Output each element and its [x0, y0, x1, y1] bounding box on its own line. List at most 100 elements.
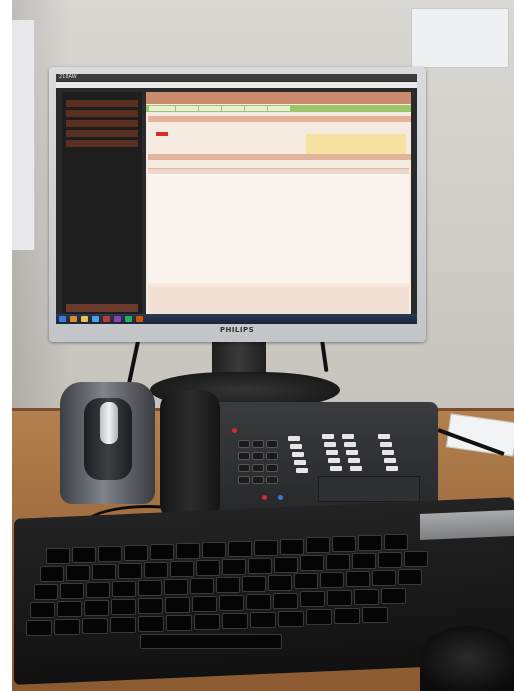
keyboard-key[interactable]: [192, 596, 217, 612]
speed-dial-key[interactable]: [386, 466, 398, 471]
keyboard-key[interactable]: [362, 607, 388, 623]
speed-dial-key[interactable]: [328, 458, 340, 463]
keyboard-key[interactable]: [26, 620, 52, 636]
menu-bar[interactable]: [56, 82, 417, 88]
tab[interactable]: [149, 106, 175, 111]
keyboard-key[interactable]: [202, 542, 226, 558]
keyboard-key[interactable]: [196, 560, 220, 576]
sidebar-bottom-button[interactable]: [66, 304, 138, 312]
keyboard-key[interactable]: [34, 584, 58, 600]
keyboard-key[interactable]: [306, 537, 330, 553]
keyboard-key[interactable]: [144, 562, 168, 578]
speed-dial-key[interactable]: [290, 444, 302, 449]
keypad-key[interactable]: [252, 452, 264, 460]
speed-dial-key[interactable]: [378, 434, 390, 439]
keyboard-key[interactable]: [242, 576, 266, 592]
keyboard-key[interactable]: [273, 593, 298, 609]
keyboard-key[interactable]: [306, 609, 332, 625]
record-list[interactable]: [148, 168, 409, 283]
speed-dial-key[interactable]: [350, 466, 362, 471]
keyboard-key[interactable]: [150, 544, 174, 560]
sidebar-button[interactable]: [66, 100, 138, 107]
keyboard-key[interactable]: [300, 591, 325, 607]
keyboard-key[interactable]: [346, 571, 370, 587]
tool-icon[interactable]: [136, 316, 143, 322]
tab[interactable]: [199, 106, 221, 111]
keyboard-key[interactable]: [294, 573, 318, 589]
keypad-key[interactable]: [266, 440, 278, 448]
keypad-key[interactable]: [252, 476, 264, 484]
phone-handset[interactable]: [160, 390, 220, 522]
keyboard-key[interactable]: [352, 553, 376, 569]
tab[interactable]: [268, 106, 290, 111]
keyboard-key[interactable]: [84, 600, 109, 616]
keyboard-key[interactable]: [57, 601, 82, 617]
tab[interactable]: [222, 106, 244, 111]
keyboard-key[interactable]: [164, 579, 188, 595]
chat-icon[interactable]: [125, 316, 132, 322]
keypad-key[interactable]: [252, 440, 264, 448]
keyboard-key[interactable]: [216, 577, 240, 593]
keyboard-key[interactable]: [250, 612, 276, 628]
speed-dial-key[interactable]: [342, 434, 354, 439]
keyboard-key[interactable]: [326, 554, 350, 570]
keyboard-key[interactable]: [268, 575, 292, 591]
keyboard-key[interactable]: [248, 558, 272, 574]
keyboard-key[interactable]: [60, 583, 84, 599]
speed-dial-key[interactable]: [346, 450, 358, 455]
comments-section[interactable]: [148, 286, 409, 314]
keypad-key[interactable]: [266, 464, 278, 472]
keyboard-key[interactable]: [254, 540, 278, 556]
keyboard-key[interactable]: [320, 572, 344, 588]
keyboard-key[interactable]: [398, 569, 422, 585]
keypad-key[interactable]: [238, 440, 250, 448]
speed-dial-key[interactable]: [296, 468, 308, 473]
app-icon[interactable]: [103, 316, 110, 322]
speed-dial-key[interactable]: [330, 466, 342, 471]
speed-dial-key[interactable]: [382, 450, 394, 455]
keyboard-key[interactable]: [332, 536, 356, 552]
keypad-key[interactable]: [266, 452, 278, 460]
keyboard-key[interactable]: [228, 541, 252, 557]
speed-dial-key[interactable]: [294, 460, 306, 465]
phone-blue-button[interactable]: [278, 495, 283, 500]
keyboard-key[interactable]: [222, 559, 246, 575]
keyboard-key[interactable]: [358, 535, 382, 551]
keyboard-key[interactable]: [72, 547, 96, 563]
keyboard-key[interactable]: [138, 580, 162, 596]
media-icon[interactable]: [114, 316, 121, 322]
keyboard-key[interactable]: [170, 561, 194, 577]
keyboard-key[interactable]: [82, 618, 108, 634]
keypad-key[interactable]: [238, 452, 250, 460]
keyboard-key[interactable]: [354, 589, 379, 605]
keypad-key[interactable]: [266, 476, 278, 484]
keyboard-key[interactable]: [219, 595, 244, 611]
sidebar-button[interactable]: [66, 130, 138, 137]
keyboard-key[interactable]: [327, 590, 352, 606]
speed-dial-key[interactable]: [292, 452, 304, 457]
browser-icon[interactable]: [70, 316, 77, 322]
speed-dial-key[interactable]: [322, 434, 334, 439]
speed-dial-key[interactable]: [324, 442, 336, 447]
sidebar-button[interactable]: [66, 140, 138, 147]
phone-red-button[interactable]: [232, 428, 237, 433]
keyboard-key[interactable]: [384, 534, 408, 550]
keyboard-key[interactable]: [98, 546, 122, 562]
keyboard-key[interactable]: [300, 555, 324, 571]
keyboard-key[interactable]: [404, 551, 428, 567]
keyboard-key[interactable]: [190, 578, 214, 594]
keyboard-key[interactable]: [111, 599, 136, 615]
keypad-key[interactable]: [238, 464, 250, 472]
keypad-key[interactable]: [252, 464, 264, 472]
start-icon[interactable]: [59, 316, 66, 322]
speed-dial-key[interactable]: [326, 450, 338, 455]
keyboard-key[interactable]: [138, 616, 164, 632]
keyboard-key[interactable]: [334, 608, 360, 624]
folder-icon[interactable]: [81, 316, 88, 322]
keyboard-key[interactable]: [86, 582, 110, 598]
keyboard-key[interactable]: [124, 545, 148, 561]
keyboard-key[interactable]: [40, 566, 64, 582]
keyboard-key[interactable]: [112, 581, 136, 597]
keyboard-key[interactable]: [92, 564, 116, 580]
keyboard-key[interactable]: [54, 619, 80, 635]
